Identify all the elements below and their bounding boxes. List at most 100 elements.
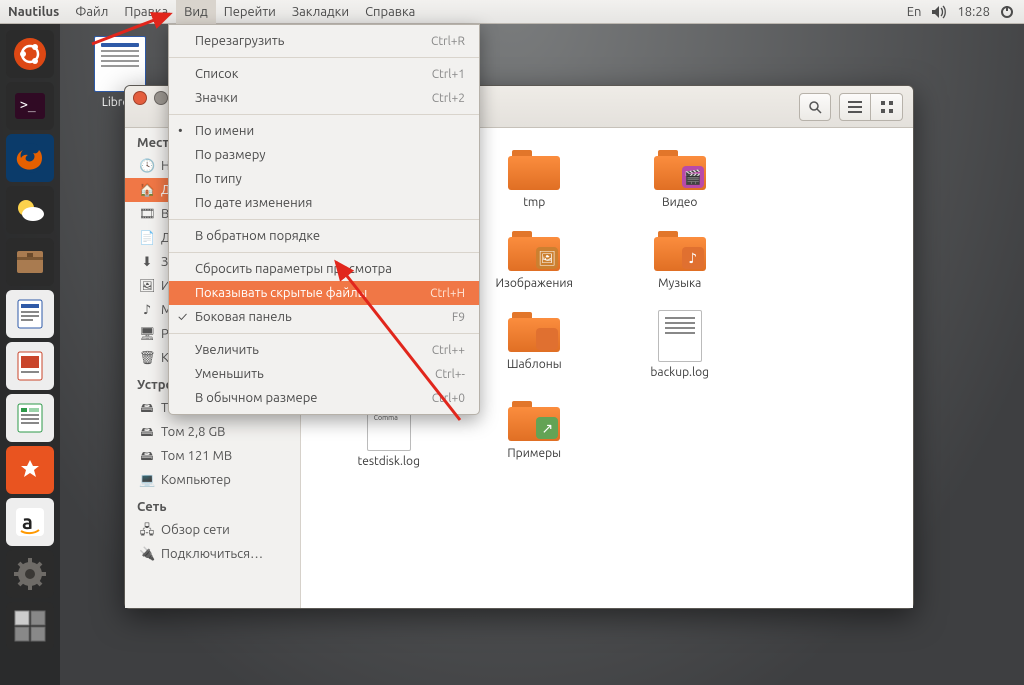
menu-bookmarks[interactable]: Закладки: [284, 0, 357, 24]
folder-icon: ♪: [652, 229, 708, 273]
menu-item-label: В обратном порядке: [195, 229, 320, 243]
svg-text:a: a: [22, 510, 33, 533]
list-icon: [848, 101, 862, 113]
folder-icon: [506, 310, 562, 354]
menu-item[interactable]: Сбросить параметры просмотра: [169, 257, 479, 281]
sound-indicator[interactable]: [931, 5, 947, 19]
menu-item[interactable]: Показывать скрытые файлыCtrl+H: [169, 281, 479, 305]
menu-help[interactable]: Справка: [357, 0, 423, 24]
grid-view-button[interactable]: [871, 93, 903, 121]
menu-item-label: Список: [195, 67, 238, 81]
film-icon: 🎞: [139, 205, 155, 223]
menu-item-label: Увеличить: [195, 343, 259, 357]
computer-icon: 💻: [139, 471, 155, 489]
launcher-files[interactable]: [6, 238, 54, 286]
folder-icon: ↗: [506, 399, 562, 443]
connect-icon: 🔌: [139, 545, 155, 563]
folder-icon: 🎬: [652, 148, 708, 192]
menu-item-label: По имени: [195, 124, 254, 138]
menu-item[interactable]: ЗначкиCtrl+2: [169, 86, 479, 110]
image-icon: 🖼: [139, 277, 155, 295]
launcher: >_a: [0, 24, 60, 685]
menu-item[interactable]: По дате изменения: [169, 191, 479, 215]
launcher-impress[interactable]: [6, 342, 54, 390]
menu-item[interactable]: По размеру: [169, 143, 479, 167]
clock-icon: 🕓: [139, 157, 155, 175]
menu-item-label: Боковая панель: [195, 310, 292, 324]
window-close-button[interactable]: [133, 91, 147, 105]
launcher-calc[interactable]: [6, 394, 54, 442]
menu-go[interactable]: Перейти: [216, 0, 284, 24]
menu-item[interactable]: По типу: [169, 167, 479, 191]
clock-indicator[interactable]: 18:28: [957, 5, 990, 19]
search-icon: [808, 100, 822, 114]
app-name: Nautilus: [0, 5, 67, 19]
menu-item[interactable]: ✓Боковая панельF9: [169, 305, 479, 329]
launcher-workspace[interactable]: [6, 602, 54, 650]
desktop-icon: 🖥: [139, 325, 155, 343]
keyboard-indicator[interactable]: En: [907, 5, 922, 19]
launcher-amazon[interactable]: a: [6, 498, 54, 546]
menu-item[interactable]: УвеличитьCtrl++: [169, 338, 479, 362]
sidebar-heading: Сеть: [125, 492, 300, 518]
sidebar-item[interactable]: 🖴Том 121 MB: [125, 444, 300, 468]
sidebar-item[interactable]: 🖴Том 2,8 GB: [125, 420, 300, 444]
menu-item[interactable]: СписокCtrl+1: [169, 62, 479, 86]
menu-item[interactable]: В обычном размереCtrl+0: [169, 386, 479, 410]
file-item[interactable]: backup.log: [612, 310, 748, 379]
file-item[interactable]: 🖼Изображения: [467, 229, 603, 290]
music-icon: ♪: [139, 301, 155, 319]
launcher-terminal[interactable]: >_: [6, 82, 54, 130]
file-item[interactable]: ↗ Примеры: [467, 399, 603, 468]
file-name: testdisk.log: [358, 455, 420, 468]
file-item[interactable]: 🎬 Видео: [612, 148, 748, 209]
sidebar-item[interactable]: 🖧Обзор сети: [125, 518, 300, 542]
menu-item[interactable]: В обратном порядке: [169, 224, 479, 248]
menubar: Nautilus Файл Правка Вид Перейти Закладк…: [0, 0, 423, 23]
menu-file[interactable]: Файл: [67, 0, 116, 24]
download-icon: ⬇: [139, 253, 155, 271]
file-name: Видео: [662, 196, 697, 209]
session-indicator[interactable]: [1000, 5, 1014, 19]
file-name: Музыка: [658, 277, 701, 290]
sidebar-item[interactable]: 🔌Подключиться…: [125, 542, 300, 566]
launcher-firefox[interactable]: [6, 134, 54, 182]
launcher-software-center[interactable]: [6, 446, 54, 494]
menu-edit[interactable]: Правка: [116, 0, 176, 24]
menu-item-label: По размеру: [195, 148, 266, 162]
launcher-dash[interactable]: [6, 30, 54, 78]
menu-item[interactable]: •По имени: [169, 119, 479, 143]
menu-item-label: Показывать скрытые файлы: [195, 286, 367, 300]
home-icon: 🏠: [139, 181, 155, 199]
launcher-writer[interactable]: [6, 290, 54, 338]
menu-item[interactable]: ПерезагрузитьCtrl+R: [169, 29, 479, 53]
menu-view[interactable]: Вид: [176, 0, 216, 24]
launcher-weather[interactable]: [6, 186, 54, 234]
list-view-button[interactable]: [839, 93, 871, 121]
menu-item-label: В обычном размере: [195, 391, 317, 405]
file-item[interactable]: Шаблоны: [467, 310, 603, 379]
grid-icon: [880, 100, 894, 114]
search-button[interactable]: [799, 93, 831, 121]
sidebar-item[interactable]: 💻Компьютер: [125, 468, 300, 492]
svg-text:>_: >_: [20, 98, 36, 113]
file-name: Примеры: [507, 447, 561, 460]
menu-item-label: Уменьшить: [195, 367, 264, 381]
disk-icon: 🖴: [139, 423, 155, 441]
disk-icon: 🖴: [139, 399, 155, 417]
file-name: tmp: [523, 196, 545, 209]
menu-item[interactable]: УменьшитьCtrl+-: [169, 362, 479, 386]
doc-icon: 📄: [139, 229, 155, 247]
menu-item-label: По дате изменения: [195, 196, 312, 210]
file-item[interactable]: tmp: [467, 148, 603, 209]
top-panel: Nautilus Файл Правка Вид Перейти Закладк…: [0, 0, 1024, 24]
file-item[interactable]: ♪ Музыка: [612, 229, 748, 290]
disk-icon: 🖴: [139, 447, 155, 465]
trash-icon: 🗑: [139, 349, 155, 367]
window-minimize-button[interactable]: [154, 91, 168, 105]
file-name: backup.log: [650, 366, 709, 379]
menu-item-label: Значки: [195, 91, 238, 105]
launcher-settings[interactable]: [6, 550, 54, 598]
menu-item-label: Сбросить параметры просмотра: [195, 262, 392, 276]
menu-item-label: Перезагрузить: [195, 34, 284, 48]
